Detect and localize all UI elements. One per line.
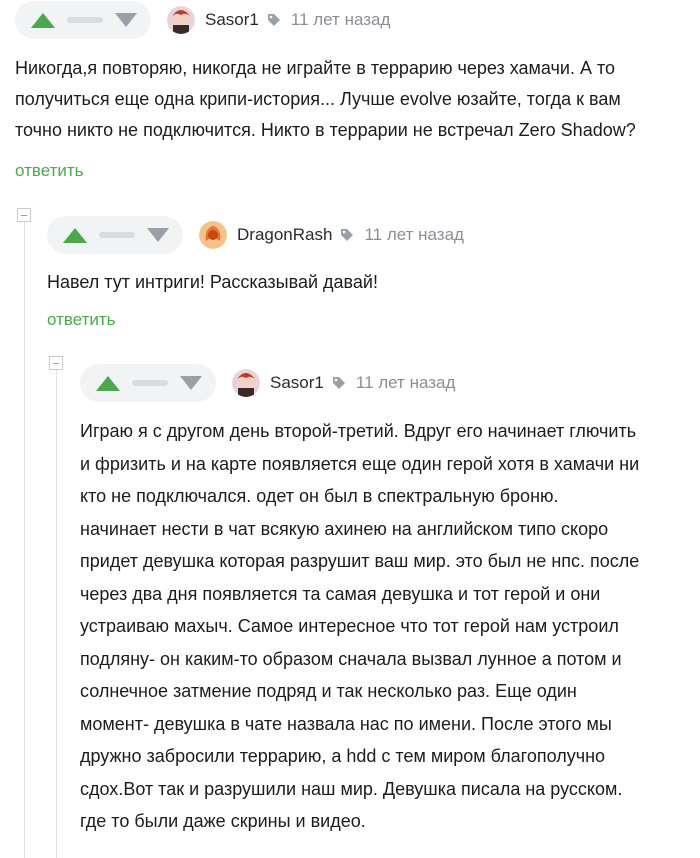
text-line: подляну- он каким-то образом сначала выз… [80, 648, 622, 669]
tag-icon [332, 377, 345, 389]
vote-control [15, 1, 151, 39]
timestamp: 11 лет назад [355, 373, 456, 392]
upvote-arrow-icon[interactable] [96, 375, 120, 391]
username[interactable]: Sasor1 [205, 10, 259, 30]
comment-text: Играю я с другом день второй-третий. Вдр… [80, 415, 639, 838]
text-line: сдох.Вот так и разрушили наш мир. Девушк… [80, 778, 623, 799]
avatar[interactable] [199, 221, 227, 249]
text-line: и фризить и на карте появляется еще один… [80, 453, 640, 474]
comment-header: Sasor1 11 лет назад [80, 363, 455, 403]
downvote-arrow-icon[interactable] [115, 13, 137, 27]
text-line: через два дня появляется та самая девушк… [80, 583, 601, 604]
text-line: устраиваю махыч. Самое интересное что то… [80, 616, 619, 636]
vote-control [47, 216, 183, 254]
text-line: солнечное затмение подряд и так нескольк… [80, 681, 577, 701]
collapse-icon[interactable] [49, 356, 63, 370]
upvote-arrow-icon[interactable] [31, 12, 55, 28]
text-line: Играю я с другом день второй-третий. Вдр… [80, 421, 637, 441]
upvote-arrow-icon[interactable] [63, 227, 87, 243]
thread-line [56, 370, 57, 858]
rating-placeholder [99, 232, 135, 238]
rating-placeholder [132, 380, 168, 386]
avatar[interactable] [232, 369, 260, 397]
text-line: точно никто не подключится. Никто в терр… [15, 120, 636, 140]
vote-control [80, 364, 216, 402]
comment-text: Никогда,я повторяю, никогда не играйте в… [15, 53, 636, 146]
text-line: начинает нести в чат всякую ахинею на ан… [80, 518, 609, 539]
reply-button[interactable]: ответить [47, 310, 116, 330]
text-line: где то были даже скрины и видео. [80, 811, 366, 831]
downvote-arrow-icon[interactable] [180, 376, 202, 390]
username[interactable]: DragonRash [237, 225, 332, 245]
text-line: Никогда,я повторяю, никогда не играйте в… [15, 58, 616, 78]
collapse-icon[interactable] [17, 208, 31, 222]
username[interactable]: Sasor1 [270, 373, 324, 393]
tag-icon [341, 229, 354, 241]
text-line: кто не подключался. одет он был в спектр… [80, 486, 559, 506]
timestamp: 11 лет назад [364, 225, 464, 244]
text-line: получиться еще одна крипи-история... Луч… [15, 89, 621, 109]
comment-header: DragonRash 11 лет назад [47, 215, 464, 255]
thread-line [24, 222, 25, 858]
timestamp: 11 лет назад [290, 10, 391, 29]
text-line: Навел тут интриги! Рассказывай давай! [47, 272, 378, 292]
tag-icon [267, 14, 280, 26]
text-line: придет девушка которая разрушит ваш мир.… [80, 551, 640, 571]
comment-text: Навел тут интриги! Рассказывай давай! [47, 267, 378, 298]
text-line: момент- девушка в чате назвала нас по им… [80, 713, 612, 734]
reply-button[interactable]: ответить [15, 161, 84, 181]
comment-header: Sasor1 11 лет назад [15, 0, 390, 40]
downvote-arrow-icon[interactable] [147, 228, 169, 242]
rating-placeholder [67, 17, 103, 23]
avatar[interactable] [167, 6, 195, 34]
text-line: дружно забросили террарию, а hdd с тем м… [80, 746, 606, 766]
